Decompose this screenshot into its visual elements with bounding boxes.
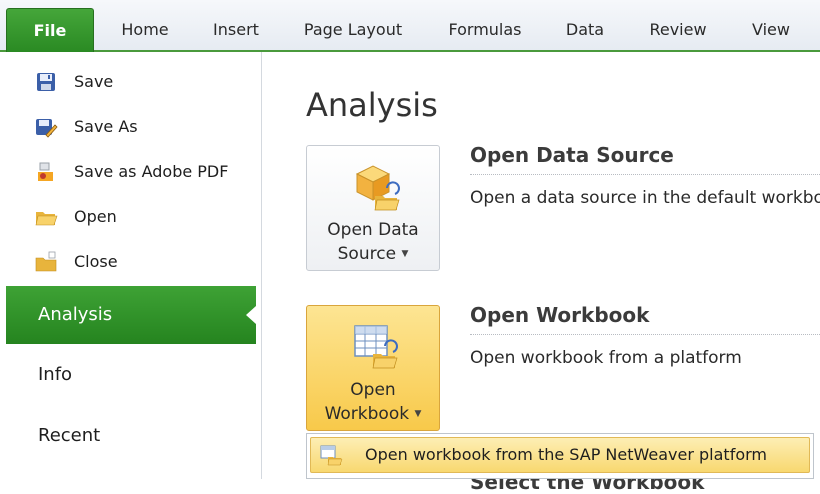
open-workbook-button-label: Open Workbook ▼: [324, 380, 422, 424]
tab-data[interactable]: Data: [556, 10, 614, 50]
floppy-disk-icon: [37, 73, 55, 91]
save-label: Save: [74, 72, 114, 91]
section-divider: [470, 174, 820, 175]
open-data-source-description: Open a data source in the default workbo…: [470, 188, 820, 208]
open-from-sap-netweaver-label: Open workbook from the SAP NetWeaver pla…: [365, 445, 767, 464]
ribbon-tab-bar: File Home Insert Page Layout Formulas Da…: [0, 0, 820, 52]
open-data-source-heading: Open Data Source: [470, 143, 674, 167]
open-folder-icon: [35, 212, 58, 226]
sap-platform-icon: [320, 445, 343, 466]
open-data-source-button[interactable]: Open Data Source ▼: [306, 145, 440, 271]
workbook-grid-icon: [354, 325, 398, 369]
save-as-icon: [36, 119, 58, 138]
save-as-pdf-label: Save as Adobe PDF: [74, 162, 229, 181]
open-workbook-dropdown: Open workbook from the SAP NetWeaver pla…: [306, 433, 814, 479]
data-source-cube-icon: [355, 165, 400, 211]
tab-review[interactable]: Review: [638, 10, 718, 50]
open-from-sap-netweaver-menu-item[interactable]: Open workbook from the SAP NetWeaver pla…: [310, 437, 810, 473]
close-label: Close: [74, 252, 118, 271]
tab-home[interactable]: Home: [108, 10, 182, 50]
open-data-source-button-label: Open Data Source ▼: [327, 220, 419, 264]
open-workbook-heading: Open Workbook: [470, 303, 650, 327]
tab-view[interactable]: View: [738, 10, 804, 50]
backstage-nav: Save Save As Save as Adobe PDF Open Clos…: [0, 52, 262, 479]
tab-file[interactable]: File: [6, 8, 94, 52]
open-label: Open: [74, 207, 117, 226]
nav-item-info[interactable]: Info: [6, 346, 256, 404]
tab-page-layout[interactable]: Page Layout: [292, 10, 414, 50]
tab-formulas[interactable]: Formulas: [436, 10, 534, 50]
save-as-label: Save As: [74, 117, 138, 136]
nav-item-recent[interactable]: Recent: [6, 407, 256, 465]
page-title: Analysis: [306, 86, 438, 124]
chevron-down-icon: ▼: [414, 409, 422, 419]
adobe-pdf-icon: [38, 162, 53, 181]
close-folder-icon: [35, 251, 57, 272]
open-workbook-button[interactable]: Open Workbook ▼: [306, 305, 440, 431]
chevron-down-icon: ▼: [401, 249, 409, 259]
nav-item-analysis[interactable]: Analysis: [6, 286, 256, 344]
open-workbook-description: Open workbook from a platform: [470, 348, 742, 368]
section-divider: [470, 334, 820, 335]
tab-insert[interactable]: Insert: [200, 10, 272, 50]
